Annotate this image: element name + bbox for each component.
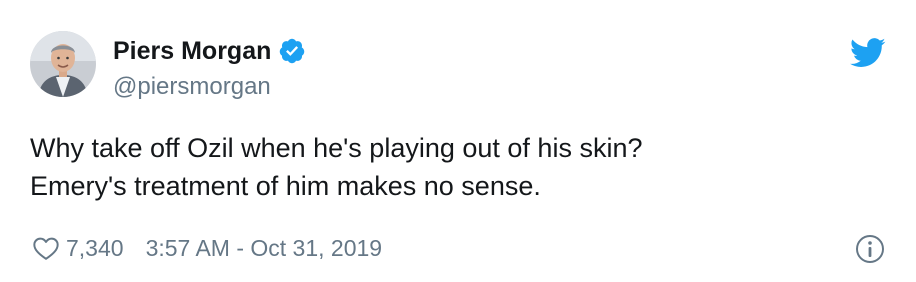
- twitter-bird-icon[interactable]: [850, 38, 886, 68]
- tweet-timestamp[interactable]: 3:57 AM - Oct 31, 2019: [146, 235, 383, 262]
- like-button[interactable]: 7,340: [32, 235, 124, 262]
- heart-icon: [33, 237, 59, 260]
- verified-badge-icon: [278, 37, 306, 65]
- avatar[interactable]: [30, 31, 96, 97]
- tweet-footer: 7,340 3:57 AM - Oct 31, 2019: [32, 232, 382, 264]
- avatar-photo: [30, 31, 96, 97]
- author-handle[interactable]: @piersmorgan: [113, 72, 271, 102]
- like-count: 7,340: [66, 234, 124, 261]
- tweet-text-line: Emery's treatment of him makes no sense.: [30, 171, 541, 201]
- tweet-text-line: Why take off Ozil when he's playing out …: [30, 133, 643, 163]
- author-display-name[interactable]: Piers Morgan: [113, 35, 271, 67]
- tweet-text: Why take off Ozil when he's playing out …: [30, 129, 870, 205]
- tweet-card: Piers Morgan @piersmorgan Why take off O…: [0, 0, 916, 282]
- info-icon[interactable]: [855, 234, 885, 264]
- author-name-row: Piers Morgan: [113, 35, 306, 67]
